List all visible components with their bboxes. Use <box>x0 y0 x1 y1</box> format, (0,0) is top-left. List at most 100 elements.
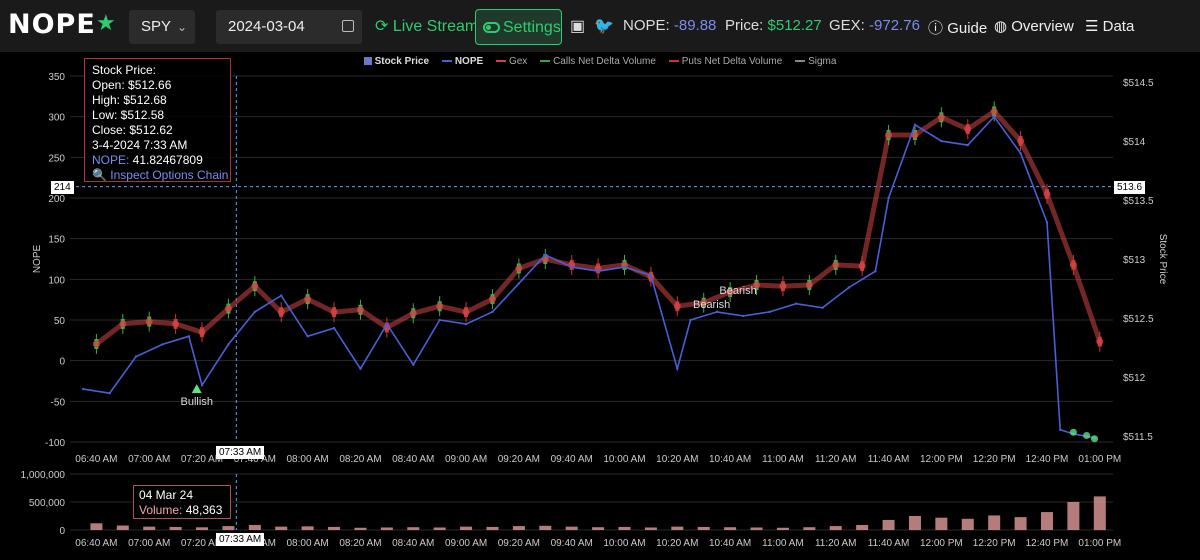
x-tick-label: 12:00 PM <box>920 454 963 465</box>
toggle-icon <box>483 22 500 33</box>
y-tick-label-left: 300 <box>48 113 65 124</box>
nope-point <box>253 310 257 314</box>
overview-link[interactable]: ◍ Overview <box>994 17 1074 35</box>
x-tick-label: 01:00 PM <box>1078 454 1121 465</box>
legend-swatch <box>668 60 679 63</box>
nope-point <box>280 294 283 297</box>
twitter-icon[interactable]: 🐦 <box>594 16 614 36</box>
data-link[interactable]: ☰ Data <box>1085 17 1134 35</box>
y-tick-label-left: -50 <box>51 397 66 408</box>
nope-point <box>544 253 547 257</box>
volume-bar <box>935 517 948 530</box>
volume-x-tick-label: 10:20 AM <box>656 538 698 549</box>
volume-bar <box>380 527 393 530</box>
favorite-star-icon[interactable]: ★ <box>96 10 116 36</box>
volume-bar <box>90 523 103 530</box>
x-tick-label: 10:20 AM <box>656 454 698 465</box>
volume-bar <box>512 526 525 530</box>
nope-marker <box>1091 435 1099 443</box>
volume-bar <box>671 526 684 530</box>
gex-dot <box>990 107 998 115</box>
volume-bar <box>143 526 156 530</box>
annotation-bearish: Bearish <box>693 299 730 311</box>
nope-point <box>227 343 230 346</box>
guide-link[interactable]: ⓘ Guide <box>928 17 987 38</box>
gex-stat-label: GEX: <box>829 17 865 34</box>
crosshair-time-label-volume: 07:33 AM <box>216 533 265 546</box>
gex-dot <box>964 125 972 133</box>
volume-x-tick-label: 08:20 AM <box>339 538 381 549</box>
gex-dot <box>198 328 206 336</box>
gex-dot <box>673 302 681 310</box>
nope-point <box>82 387 85 391</box>
gex-dot <box>885 131 893 139</box>
volume-x-tick-label: 09:00 AM <box>445 538 487 549</box>
tooltip-time: 3-4-2024 7:33 AM <box>92 138 188 152</box>
database-icon: ☰ <box>1085 18 1099 35</box>
y-tick-label-left: 350 <box>48 72 65 83</box>
nope-point <box>108 392 111 395</box>
volume-bar <box>328 526 341 530</box>
gex-dot <box>92 340 100 348</box>
inspect-options-chain-link[interactable]: 🔍 Inspect Options Chain <box>92 168 228 183</box>
legend-swatch <box>363 57 372 66</box>
y-tick-label-right: $513.5 <box>1123 196 1154 207</box>
nope-line <box>83 115 1095 439</box>
volume-bar <box>592 527 605 530</box>
settings-button[interactable]: Settings <box>475 9 562 45</box>
chevron-down-icon: ⌄ <box>176 20 187 34</box>
volume-y-tick-label: 0 <box>59 526 65 537</box>
volume-tooltip-value: 48,363 <box>185 503 223 517</box>
price-stat-value: $512.27 <box>767 17 822 34</box>
volume-bar <box>724 527 737 530</box>
gex-dot <box>779 282 787 290</box>
volume-bar <box>222 526 235 530</box>
y-tick-label-left: 50 <box>54 316 66 327</box>
app-logo[interactable]: NOPE <box>8 9 96 40</box>
globe-icon: ◍ <box>994 18 1008 35</box>
x-tick-label: 10:00 AM <box>603 454 645 465</box>
x-tick-label: 06:40 AM <box>75 454 117 465</box>
volume-bar <box>539 525 552 530</box>
nope-point <box>913 123 917 126</box>
gex-dot <box>409 309 417 317</box>
tooltip-close: Close: $512.62 <box>92 123 173 137</box>
gex-dot <box>1017 137 1025 145</box>
nope-point <box>412 363 415 366</box>
nope-point <box>623 265 626 269</box>
discord-icon[interactable]: ▣ <box>570 16 585 36</box>
gex-dot <box>858 262 866 270</box>
date-input[interactable]: 2024-03-04 <box>216 10 362 44</box>
nope-point <box>359 367 362 370</box>
y-axis-title-left: NOPE <box>32 245 43 274</box>
volume-bar <box>433 527 446 530</box>
volume-tooltip: 04 Mar 24 Volume: 48,363 <box>133 485 231 519</box>
calendar-icon[interactable] <box>342 20 354 32</box>
gex-dot <box>251 282 259 290</box>
volume-tooltip-label: Volume: <box>139 503 183 517</box>
annotation-bullish: Bullish <box>181 396 213 408</box>
nope-point <box>491 310 494 314</box>
gex-trail <box>94 108 1103 346</box>
volume-bar <box>196 527 209 530</box>
y-tick-label-right: $512 <box>1123 373 1146 384</box>
nope-point <box>874 270 877 273</box>
gex-stat-value: -972.76 <box>869 17 920 34</box>
top-bar: NOPE ★ SPY ⌄ 2024-03-04 ⟳ Live Stream Se… <box>0 0 1200 52</box>
gex-dot <box>145 318 153 326</box>
live-stream-button[interactable]: ⟳ Live Stream <box>375 16 478 36</box>
gex-dot <box>1043 190 1051 198</box>
gex-dot <box>277 308 285 316</box>
gex-dot <box>515 264 523 272</box>
x-tick-label: 09:20 AM <box>498 454 540 465</box>
volume-x-tick-label: 10:00 AM <box>603 538 645 549</box>
ticker-select[interactable]: SPY ⌄ <box>129 10 195 44</box>
tooltip-nope: NOPE: 41.82467809 <box>92 153 223 168</box>
crosshair-price-label: 513.6 <box>1114 181 1146 194</box>
gex-dot <box>462 308 470 316</box>
volume-x-tick-label: 06:40 AM <box>75 538 117 549</box>
volume-x-tick-label: 07:00 AM <box>128 538 170 549</box>
gex-dot <box>172 320 180 328</box>
nope-point <box>161 343 164 346</box>
volume-x-tick-label: 11:20 AM <box>815 538 857 549</box>
